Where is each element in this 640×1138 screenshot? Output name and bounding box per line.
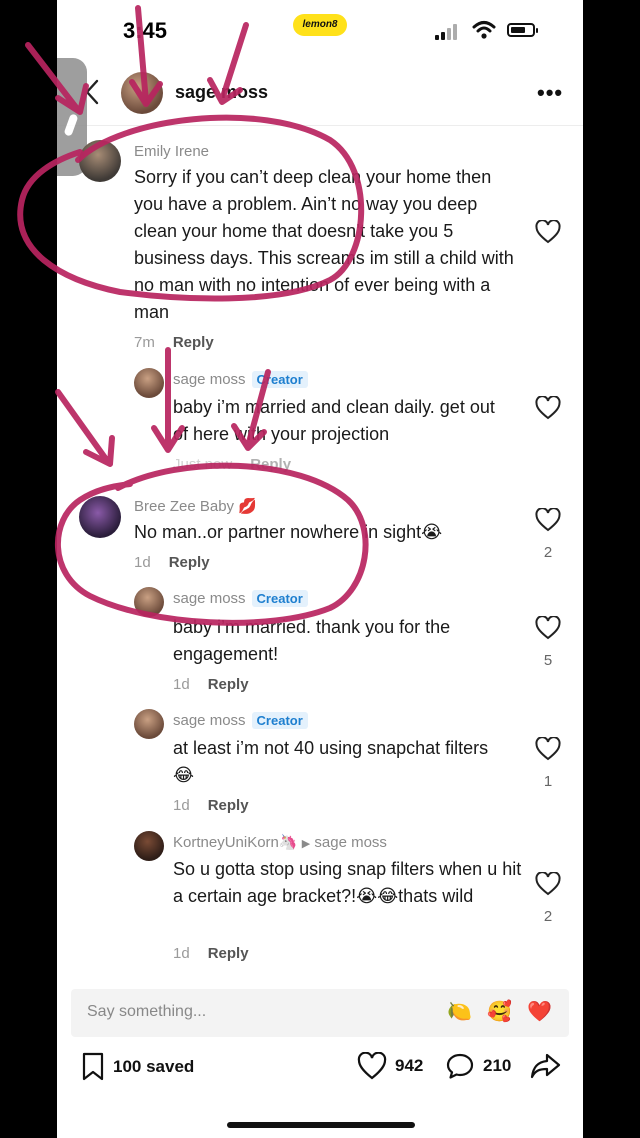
comment-time: 1d xyxy=(173,676,190,693)
reply-to-name[interactable]: sage moss xyxy=(314,834,387,851)
saved-count: 100 saved xyxy=(113,1057,195,1076)
bookmark-icon xyxy=(82,1052,104,1081)
creator-badge: Creator xyxy=(251,590,308,607)
like-count: 2 xyxy=(543,544,553,561)
more-options-button[interactable]: ••• xyxy=(537,80,563,106)
reply-button[interactable]: Reply xyxy=(173,334,214,351)
comment-text: baby i’m married. thank you for the enga… xyxy=(173,617,451,664)
comment-meta: 7m Reply xyxy=(134,334,214,351)
heart-icon xyxy=(357,1052,387,1080)
comment-time: 7m xyxy=(134,334,155,351)
comment-meta: Just now Reply xyxy=(173,456,291,473)
comment-author: sage moss Creator xyxy=(173,371,308,388)
comments-header: sage moss ••• xyxy=(57,62,583,126)
comment-time: 1d xyxy=(173,797,190,814)
comment-text: at least i’m not 40 using snapchat filte… xyxy=(173,738,489,785)
bottom-action-bar: 100 saved 942 210 xyxy=(57,1048,583,1088)
phone-screen: 3:45 lemon8 sage moss ••• Emily Irene So… xyxy=(57,0,583,1138)
comment-icon xyxy=(446,1053,474,1079)
reply-button[interactable]: Reply xyxy=(208,797,249,814)
avatar[interactable] xyxy=(134,368,164,398)
battery-icon xyxy=(507,23,538,37)
avatar[interactable] xyxy=(134,831,164,861)
author-name[interactable]: sage moss xyxy=(173,712,246,729)
creator-badge: Creator xyxy=(251,712,308,729)
author-name[interactable]: sage moss xyxy=(173,371,246,388)
reply-arrow-icon: ▶ xyxy=(301,838,311,850)
author-name[interactable]: KortneyUniKorn🦄 xyxy=(173,834,298,851)
lemon-emoji-button[interactable]: 🍋 xyxy=(447,1000,472,1024)
lemon8-logo: lemon8 xyxy=(293,14,347,36)
comment-time: 1d xyxy=(134,554,151,571)
comment-text: Sorry if you can’t deep clean your home … xyxy=(134,167,514,322)
comment-meta: 1d Reply xyxy=(173,676,249,693)
comment-meta: 1d Reply xyxy=(134,554,210,571)
wifi-icon xyxy=(472,21,496,39)
heart-icon xyxy=(535,396,561,420)
heart-icon xyxy=(535,616,561,640)
likes-count: 942 xyxy=(395,1056,424,1075)
comments-button[interactable]: 210 xyxy=(445,1052,511,1080)
comment-time: Just now xyxy=(173,456,233,473)
red-heart-emoji-button[interactable]: ❤️ xyxy=(527,1000,552,1024)
comment-author: sage moss Creator xyxy=(173,590,308,607)
creator-badge: Creator xyxy=(251,371,308,388)
comment-meta: 1d Reply xyxy=(173,797,249,814)
reply-button[interactable]: Reply xyxy=(208,676,249,693)
comment-author: sage moss Creator xyxy=(173,712,308,729)
heart-icon xyxy=(535,737,561,761)
comment-author[interactable]: Bree Zee Baby 💋 xyxy=(134,497,257,515)
status-bar: 3:45 lemon8 xyxy=(57,0,583,60)
save-button[interactable]: 100 saved xyxy=(81,1052,194,1082)
comment-time: 1d xyxy=(173,945,190,962)
reply-button[interactable]: Reply xyxy=(250,456,291,473)
avatar[interactable] xyxy=(79,140,121,182)
heart-icon xyxy=(535,872,561,896)
avatar[interactable] xyxy=(79,496,121,538)
status-time: 3:45 xyxy=(123,18,168,43)
like-button[interactable]: 2 xyxy=(528,508,568,561)
smiling-hearts-emoji-button[interactable]: 🥰 xyxy=(487,1000,512,1024)
like-count: 1 xyxy=(543,773,553,790)
comment-text: baby i’m married and clean daily. get ou… xyxy=(173,397,495,444)
comment-input-placeholder: Say something... xyxy=(87,1003,207,1020)
profile-name[interactable]: sage moss xyxy=(175,82,268,103)
like-count: 2 xyxy=(543,908,553,925)
reply-button[interactable]: Reply xyxy=(208,945,249,962)
heart-icon xyxy=(535,220,561,244)
like-button[interactable]: 1 xyxy=(528,737,568,790)
author-name[interactable]: sage moss xyxy=(173,590,246,607)
comment-text: So u gotta stop using snap filters when … xyxy=(173,859,522,906)
cellular-signal-icon xyxy=(435,24,463,40)
heart-icon xyxy=(535,508,561,532)
home-indicator xyxy=(227,1122,415,1128)
comment-text: No man..or partner nowhere in sight😭 xyxy=(134,522,443,542)
comment-author: KortneyUniKorn🦄 ▶ sage moss xyxy=(173,833,387,851)
like-button[interactable]: 5 xyxy=(528,616,568,669)
comment-input[interactable]: Say something... 🍋 🥰 ❤️ xyxy=(71,989,569,1037)
comment-author[interactable]: Emily Irene xyxy=(134,143,209,160)
reply-button[interactable]: Reply xyxy=(169,554,210,571)
avatar[interactable] xyxy=(134,587,164,617)
like-count: 5 xyxy=(543,652,553,669)
share-button[interactable] xyxy=(529,1052,561,1080)
profile-avatar[interactable] xyxy=(121,72,163,114)
comments-count: 210 xyxy=(483,1056,512,1075)
share-icon xyxy=(530,1053,561,1079)
like-post-button[interactable]: 942 xyxy=(357,1052,423,1080)
like-button[interactable] xyxy=(528,220,568,244)
like-button[interactable] xyxy=(528,396,568,420)
like-button[interactable]: 2 xyxy=(528,872,568,925)
avatar[interactable] xyxy=(134,709,164,739)
comment-meta: 1d Reply xyxy=(173,945,249,962)
